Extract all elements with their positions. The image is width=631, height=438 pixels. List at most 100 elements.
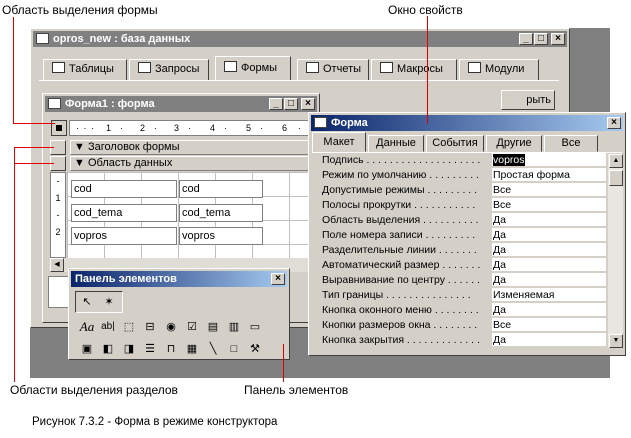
annotation-line [13, 123, 55, 124]
property-row[interactable]: Полосы прокрутки . . . . . . . . . . . Вс… [320, 198, 606, 213]
form-minimize-button[interactable]: _ [269, 98, 283, 110]
macro-icon [380, 62, 393, 73]
scroll-up-button[interactable]: ▲ [609, 154, 623, 168]
annotation-line [283, 344, 284, 382]
property-row[interactable]: Режим по умолчанию . . . . . . . . . Прос… [320, 168, 606, 183]
property-row[interactable]: Подпись . . . . . . . . . . . . . . . . … [320, 153, 606, 168]
vertical-ruler: -1-2 [50, 172, 66, 258]
tab-macros[interactable]: Макросы [371, 59, 457, 81]
control-wizards-icon[interactable]: ✶ [99, 292, 119, 312]
database-window-title: opros_new : база данных [53, 33, 191, 45]
annotation-properties-window: Окно свойств [388, 3, 463, 17]
form-close-button[interactable]: × [301, 98, 315, 110]
field-label-cod-tema[interactable]: cod_tema [71, 204, 177, 222]
option-group-icon[interactable]: ⬚ [119, 317, 139, 337]
tab-data[interactable]: Данные [368, 135, 424, 152]
property-row[interactable]: Кнопка оконного меню . . . . . . . . Да [320, 303, 606, 318]
scroll-left-button[interactable]: ◀ [50, 258, 64, 272]
subform-icon[interactable]: ▦ [182, 339, 202, 359]
database-window-titlebar: opros_new : база данных _ □ × [33, 31, 567, 47]
property-row[interactable]: Допустимые режимы . . . . . . . . . Все [320, 183, 606, 198]
rectangle-icon[interactable]: □ [224, 339, 244, 359]
combo-box-icon[interactable]: ▤ [203, 317, 223, 337]
form-header-bar[interactable]: ▼ Заголовок формы [70, 140, 310, 155]
tab-queries[interactable]: Запросы [129, 59, 209, 81]
form-selector-mark [56, 125, 62, 131]
tab-forms[interactable]: Формы [215, 56, 291, 81]
list-box-icon[interactable]: ▥ [224, 317, 244, 337]
toolbox-title: Панель элементов [75, 273, 177, 285]
toggle-button-icon[interactable]: ⊟ [140, 317, 160, 337]
annotation-line [14, 147, 54, 148]
scroll-down-button[interactable]: ▼ [609, 334, 623, 348]
tab-all[interactable]: Все [544, 135, 598, 152]
select-objects-icon[interactable]: ↖ [77, 292, 97, 312]
tab-layout[interactable]: Макет [312, 132, 366, 152]
annotation-line [14, 163, 54, 164]
option-button-icon[interactable]: ◉ [161, 317, 181, 337]
annotation-section-select: Область выделения формы [2, 3, 158, 17]
field-label-vopros[interactable]: vopros [71, 227, 177, 245]
form-icon [224, 61, 237, 72]
more-controls-icon[interactable]: ⚒ [245, 339, 265, 359]
tab-reports[interactable]: Отчеты [297, 59, 369, 81]
property-row[interactable]: Выравнивание по центру . . . . . . Да [320, 273, 606, 288]
page-break-icon[interactable]: ☰ [140, 339, 160, 359]
annotation-toolbox: Панель элементов [244, 383, 349, 397]
detail-section-bar[interactable]: ▼ Область данных [70, 156, 310, 171]
module-icon [468, 62, 481, 73]
property-row[interactable]: Автоматический размер . . . . . . . Да [320, 258, 606, 273]
label-tool-icon[interactable]: Aa [77, 317, 97, 337]
toolbox-window: Панель элементов × ↖ ✶ Aa ab| ⬚ ⊟ ◉ ☑ ▤ … [68, 268, 290, 360]
bound-object-frame-icon[interactable]: ◨ [119, 339, 139, 359]
maximize-button[interactable]: □ [534, 33, 548, 45]
form-maximize-button[interactable]: □ [284, 98, 298, 110]
image-icon[interactable]: ▣ [77, 339, 97, 359]
database-icon [36, 33, 49, 44]
scroll-thumb[interactable] [609, 170, 623, 186]
tab-modules[interactable]: Модули [459, 59, 539, 81]
tab-events[interactable]: События [426, 135, 484, 152]
annotation-line [13, 17, 14, 124]
property-row[interactable]: Кнопки размеров окна . . . . . . . . Все [320, 318, 606, 333]
properties-titlebar: Форма × [311, 115, 623, 131]
annotation-line [427, 16, 428, 124]
properties-icon [314, 117, 327, 128]
field-textbox-cod[interactable]: cod [179, 180, 263, 198]
checkbox-icon[interactable]: ☑ [182, 317, 202, 337]
horizontal-ruler: · · · 1 · 2 · 3 · 4 · 5 · 6 · [69, 120, 321, 136]
property-row[interactable]: Область выделения . . . . . . . . . . Да [320, 213, 606, 228]
line-icon[interactable]: ╲ [203, 339, 223, 359]
annotation-sections-select: Области выделения разделов [10, 383, 178, 397]
properties-close-button[interactable]: × [607, 117, 621, 129]
open-button[interactable]: рыть [501, 90, 555, 110]
table-icon [52, 62, 65, 73]
tab-other[interactable]: Другие [486, 135, 542, 152]
command-button-icon[interactable]: ▭ [245, 317, 265, 337]
textbox-tool-icon[interactable]: ab| [98, 317, 118, 337]
property-row[interactable]: Кнопка закрытия . . . . . . . . . . . . … [320, 333, 606, 348]
field-textbox-vopros[interactable]: vopros [179, 227, 263, 245]
report-icon [306, 62, 319, 73]
annotation-line [14, 147, 15, 382]
close-button[interactable]: × [551, 33, 565, 45]
property-row[interactable]: Поле номера записи . . . . . . . . . Да [320, 228, 606, 243]
query-icon [138, 62, 151, 73]
figure-caption: Рисунок 7.3.2 - Форма в режиме конструкт… [32, 416, 278, 428]
unbound-object-frame-icon[interactable]: ◧ [98, 339, 118, 359]
form-window-title: Форма1 : форма [65, 98, 155, 110]
toolbox-titlebar: Панель элементов × [71, 271, 287, 287]
toolbox-close-button[interactable]: × [271, 273, 285, 285]
form-window-titlebar: Форма1 : форма _ □ × [45, 96, 317, 112]
section-arrow-icon: ▼ [71, 141, 88, 153]
tab-control-icon[interactable]: ⊓ [161, 339, 181, 359]
minimize-button[interactable]: _ [519, 33, 533, 45]
property-row[interactable]: Тип границы . . . . . . . . . . . . . . … [320, 288, 606, 303]
tab-tables[interactable]: Таблицы [43, 59, 127, 81]
section-arrow-icon: ▼ [71, 157, 88, 169]
field-textbox-cod-tema[interactable]: cod_tema [179, 204, 263, 222]
property-row[interactable]: Разделительные линии . . . . . . . Да [320, 243, 606, 258]
field-label-cod[interactable]: cod [71, 180, 177, 198]
form-icon [48, 98, 61, 109]
properties-title: Форма [331, 117, 368, 129]
